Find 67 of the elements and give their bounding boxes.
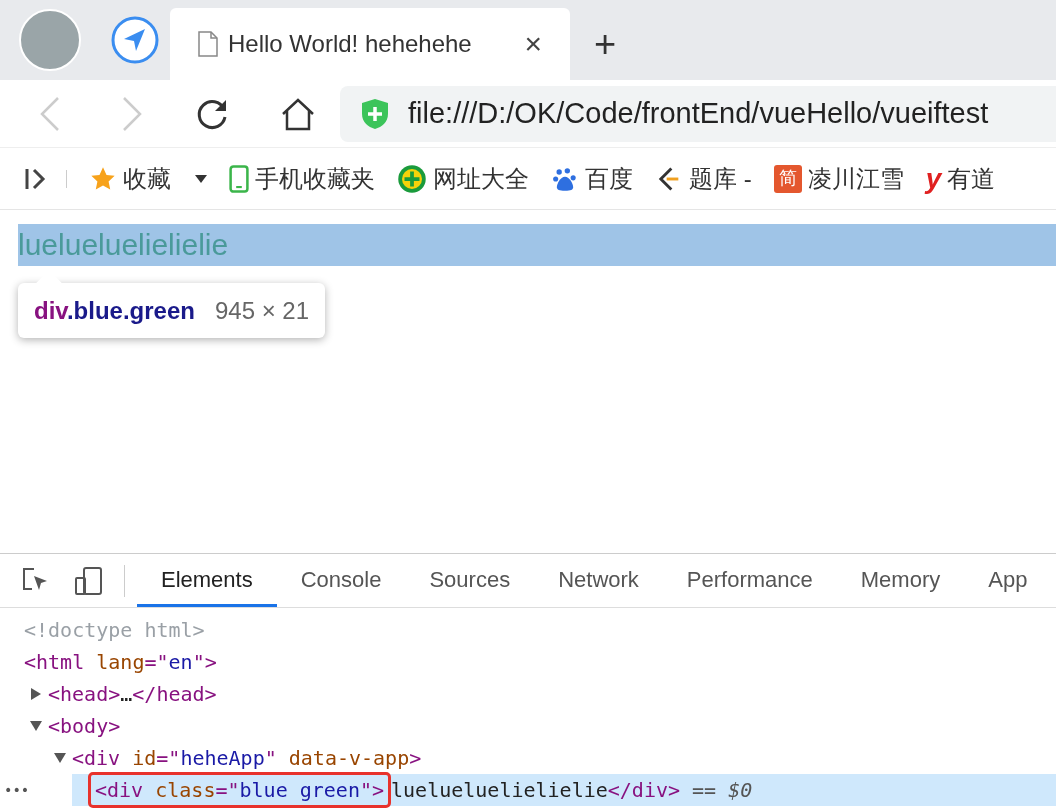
code-token: <body> [48,713,121,740]
code-token: == $0 [691,777,753,804]
expanded-arrow-icon[interactable] [30,721,42,731]
collapsed-arrow-icon[interactable] [31,688,41,700]
bookmark[interactable]: 收藏 [89,160,207,197]
home-icon[interactable] [280,96,316,131]
browser-tab[interactable]: Hello World! hehehehe × [170,8,570,80]
dom-tree-row[interactable]: <html lang="en"> [0,646,1056,678]
code-token: lang [95,649,145,676]
bookmark[interactable]: y 有道 [925,160,996,197]
devtools-tab[interactable]: Sources [405,554,535,607]
url-text: file:///D:/OK/Code/frontEnd/vueHello/vueiftest [408,95,989,131]
code-token: > [409,745,422,772]
code-token: " [264,745,277,772]
code-token: =" [156,745,181,772]
dom-tree-row[interactable]: <div id="heheApp" data-v-app> [48,742,1056,774]
code-token: " [359,778,372,802]
element-size: 945 × 21 [214,295,310,326]
bookmark[interactable]: 网址大全 [397,160,529,197]
devtools-tab[interactable]: Performance [662,554,837,607]
address-bar[interactable]: file:///D:/OK/Code/frontEnd/vueHello/vueiftest [340,85,1056,142]
code-token: =" [215,778,240,802]
code-token: heheApp [180,745,265,772]
tab-title: Hello World! hehehehe [228,29,472,59]
bookmark[interactable]: 简 凌川江雪 [773,160,904,197]
dom-tree-row[interactable]: <body> [24,710,1056,742]
device-toggle-icon[interactable] [74,565,104,596]
shield-icon [360,97,390,130]
devtools-tab[interactable]: Console [276,554,406,607]
dropdown-caret-icon[interactable] [195,174,207,183]
code-token: </div> [607,777,681,804]
bookmark[interactable]: 题库 - [655,160,752,197]
bookmark[interactable]: 百度 [551,160,633,197]
bookmark[interactable]: 手机收藏夹 [229,160,375,197]
code-token: > [372,778,385,802]
devtools-tab[interactable]: Network [534,554,663,607]
code-token: class [154,778,216,802]
element-selector: div.blue.green [34,295,195,326]
code-token: " [192,649,205,676]
plus-circle-icon [397,163,427,194]
new-tab-button[interactable]: + [570,8,640,80]
code-token: en [168,649,193,676]
code-token: luelueluelielielie [391,777,608,804]
code-token: <div [95,778,144,802]
devtools-tab[interactable]: Memory [836,554,965,607]
code-token: … [120,681,133,708]
code-token: =" [144,649,169,676]
tab-close-button[interactable]: × [524,29,542,59]
code-token: id [131,745,157,772]
app-badge-icon: 简 [773,164,802,193]
page-text: luelueluelielielie [18,230,229,260]
app-logo-icon: y [925,164,942,193]
code-token: blue green [239,778,360,802]
devtools-tab[interactable]: App [964,554,1052,607]
code-token: <div [72,745,121,772]
code-token: <head> [48,681,121,708]
dom-tree-row[interactable]: <head>…</head> [24,678,1056,710]
code-token: <!doctype html> [24,617,205,644]
code-token: <html [24,649,85,676]
more-dots[interactable]: ••• [4,779,30,801]
phone-icon [229,164,249,193]
expanded-arrow-icon[interactable] [54,753,66,763]
code-token: > [204,649,217,676]
code-token: data-v-app [287,745,410,772]
devtools-tab[interactable]: Elements [137,554,277,607]
document-icon [198,31,218,57]
code-token: </head> [132,681,217,708]
